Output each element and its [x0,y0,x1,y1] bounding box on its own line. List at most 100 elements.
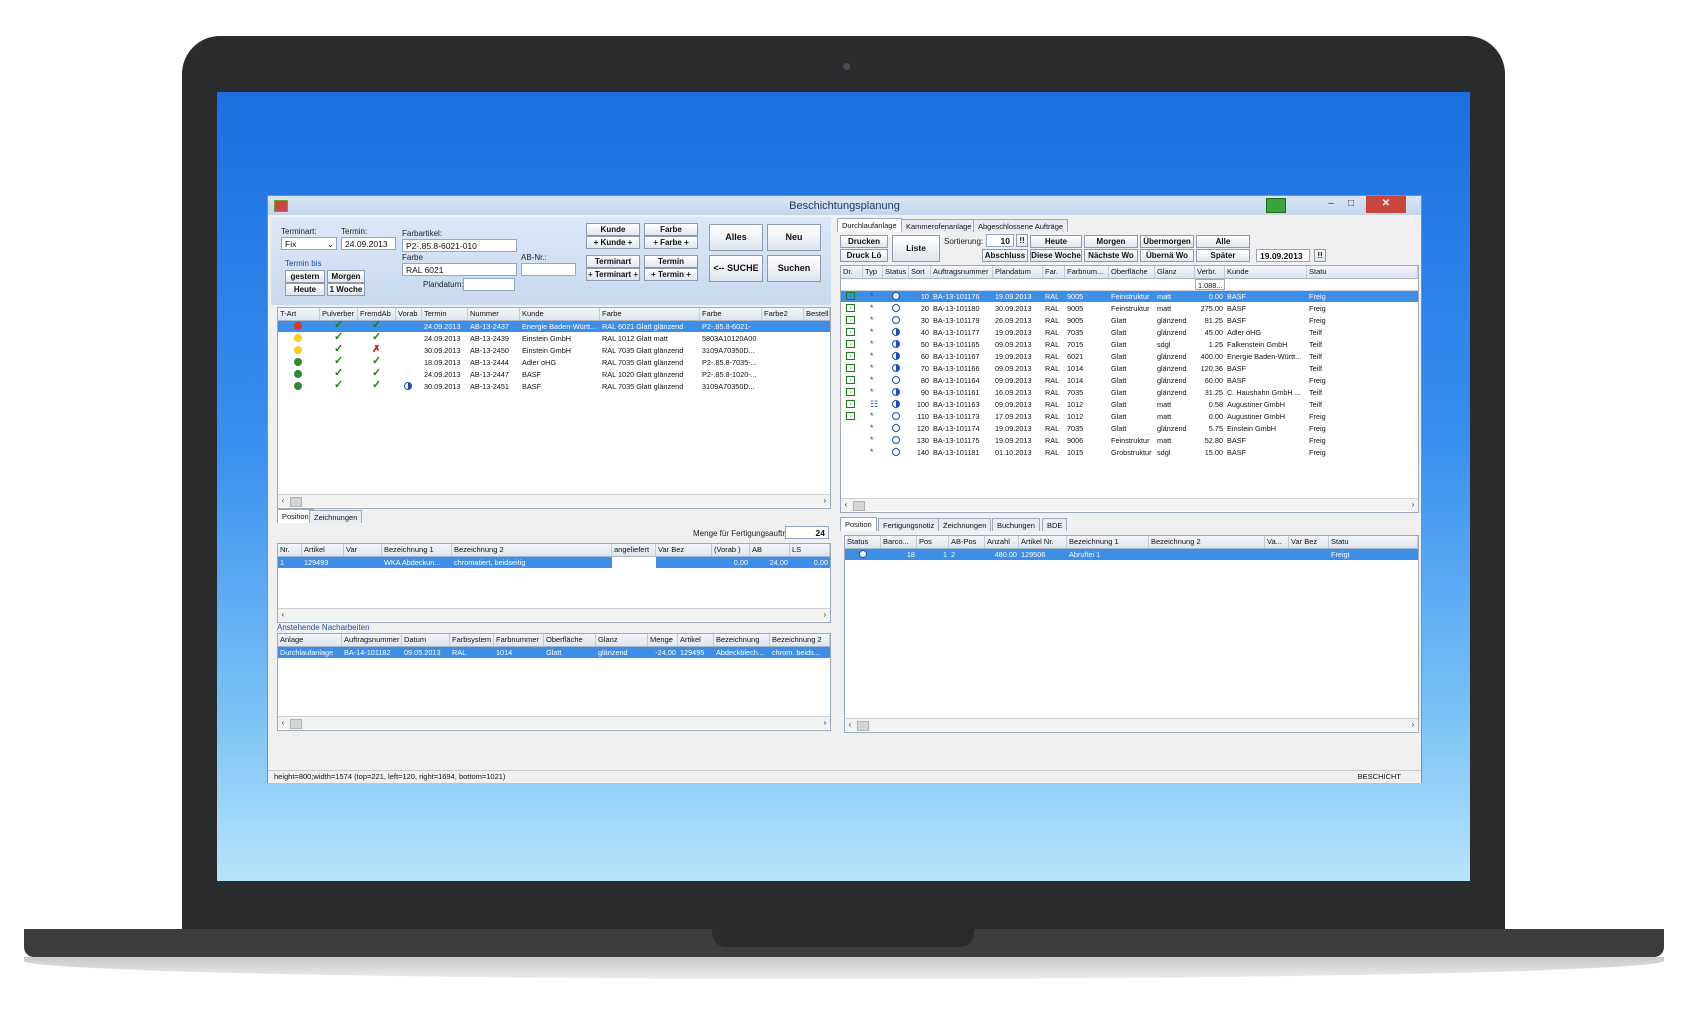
col-header[interactable]: Auftragsnummer [342,634,402,646]
date-apply-button[interactable]: !! [1314,249,1326,262]
col-header[interactable]: Pos [917,536,949,548]
tab-abgeschlossene[interactable]: Abgeschlossene Aufträge [973,219,1069,232]
scroll-left-icon[interactable]: ‹ [845,719,855,731]
col-header[interactable]: Vorab [396,308,422,320]
col-header[interactable]: Termin [422,308,468,320]
table-row[interactable]: Durchlaufanlage BA-14-101182 09.05.2013 … [278,647,830,658]
col-header[interactable]: AB-Pos [949,536,985,548]
col-header[interactable]: Auftragsnummer [931,266,993,278]
col-header[interactable]: Verbr. [1195,266,1225,278]
col-header[interactable]: Bestell N [804,308,830,320]
col-header[interactable]: Glanz [1155,266,1195,278]
col-header[interactable]: Farbsystem [450,634,494,646]
col-header[interactable]: Oberfläche [1109,266,1155,278]
table-row[interactable]: ✓ ✓ 24.09.2013 AB-13-2447 BASF RAL 1020 Glatt… [278,369,830,380]
verbr-filter-sum[interactable]: 1.088... [1195,279,1225,290]
close-icon[interactable]: ✕ [1366,196,1406,213]
table-row[interactable]: ↓ ☷ 100 BA-13-101163 09.09.2013 RAL 1012 Glatt m… [841,399,1418,410]
col-header[interactable]: LS [790,544,830,556]
sortierung-input[interactable]: 10 [986,234,1014,247]
kunde-plus-button[interactable]: + Kunde + [586,236,640,249]
table-row[interactable]: ↓ * 30 BA-13-101179 26.09.2013 RAL 9005 Glatt gl… [841,315,1418,326]
tab-kammerofenanlage[interactable]: Kammerofenanlage [901,219,977,232]
col-header[interactable]: Var [344,544,382,556]
scroll-right-icon[interactable]: › [820,717,830,729]
scroll-right-icon[interactable]: › [820,609,830,621]
uebermorgen-filter-button[interactable]: Übermorgen [1140,235,1194,248]
angeliefert-cell[interactable] [612,557,656,568]
farbartikel-input[interactable]: P2-.85.8-6021-010 [402,239,517,252]
col-header[interactable]: Plandatum [993,266,1043,278]
scroll-right-icon[interactable]: › [1408,719,1418,731]
scroll-right-icon[interactable]: › [1408,499,1418,511]
scroll-right-icon[interactable]: › [820,495,830,507]
terminart-button[interactable]: Terminart [586,255,640,268]
suche-back-button[interactable]: <-- SUCHE [709,255,763,282]
col-header[interactable]: Sort [909,266,931,278]
order-list-scrollbar[interactable]: ‹ › [841,498,1418,511]
suchen-button[interactable]: Suchen [767,255,821,282]
col-header[interactable]: Bezeichnung [714,634,770,646]
table-row[interactable]: ↓ * 50 BA-13-101165 09.09.2013 RAL 7015 Glatt sd… [841,339,1418,350]
neu-button[interactable]: Neu [767,224,821,251]
tab-durchlaufanlage[interactable]: Durchlaufanlage [837,218,902,232]
col-header[interactable]: Menge [648,634,678,646]
col-header[interactable]: Farbe2 [762,308,804,320]
sort-apply-button[interactable]: !! [1016,234,1028,247]
col-header[interactable]: Typ [863,266,883,278]
table-row[interactable]: ↓ * 60 BA-13-101167 19.09.2013 RAL 6021 Glatt gl… [841,351,1418,362]
nacharbeiten-scrollbar[interactable]: ‹ › [278,716,830,729]
table-row[interactable]: ↓ * 90 BA-13-101161 16.09.2013 RAL 7035 Glatt gl… [841,387,1418,398]
termin-button[interactable]: Termin [644,255,698,268]
col-header[interactable]: Bezeichnung 2 [452,544,612,556]
col-header[interactable]: Artikel [678,634,714,646]
date-filter-input[interactable]: 19.09.2013 [1256,249,1310,262]
col-header[interactable]: Kunde [1225,266,1307,278]
spaeter-button[interactable]: Später [1196,249,1250,262]
uebernaechste-woche-button[interactable]: Übernä Wo [1140,249,1194,262]
col-header[interactable]: Bezeichnung 2 [770,634,830,646]
col-header[interactable]: Pulverber [320,308,358,320]
tab-zeichnungen[interactable]: Zeichnungen [309,510,363,523]
farbe-button[interactable]: Farbe [644,223,698,236]
col-header[interactable]: Anzahl [985,536,1019,548]
table-row[interactable]: ↓ * 40 BA-13-101177 19.09.2013 RAL 7035 Glatt gl… [841,327,1418,338]
diese-woche-button[interactable]: Diese Woche [1030,249,1082,262]
scroll-thumb[interactable] [853,501,865,511]
liste-button[interactable]: Liste [892,235,940,262]
col-header[interactable]: (Vorab ) [712,544,750,556]
table-row[interactable]: ✓ ✓ 24.09.2013 AB-13-2437 Energie Baden-Würt… [278,321,830,332]
tab-position[interactable]: Position [840,517,877,531]
one-week-button[interactable]: 1 Woche [327,283,365,296]
col-header[interactable]: Datum [402,634,450,646]
col-header[interactable]: Nr. [278,544,302,556]
farbe-plus-button[interactable]: + Farbe + [644,236,698,249]
col-header[interactable]: Bezeichnung 1 [382,544,452,556]
col-header[interactable]: Far. [1043,266,1065,278]
col-header[interactable]: Var Bez [1289,536,1329,548]
table-row[interactable]: ✓ ✗ 30.09.2013 AB-13-2450 Einstein GmbH RAL 7… [278,345,830,356]
table-row[interactable]: ↓ * 110 BA-13-101173 17.09.2013 RAL 1012 Glatt m… [841,411,1418,422]
table-row[interactable]: ↓ * 20 BA-13-101180 30.09.2013 RAL 9005 Feinstr… [841,303,1418,314]
scroll-thumb[interactable] [290,497,302,507]
table-row[interactable]: * 120 BA-13-101174 19.09.2013 RAL 7035 Glatt gl… [841,423,1418,434]
table-row[interactable]: 18 1 2 480.00 129506 Abruftei 1 Freigt [845,549,1418,560]
termin-input[interactable]: 24.09.2013 [341,237,396,250]
terminart-select[interactable]: Fix ⌄ [281,237,337,250]
col-header[interactable]: Nummer [468,308,520,320]
position-grid-scrollbar[interactable]: ‹ › [278,608,830,621]
scroll-thumb[interactable] [290,719,302,729]
kunde-button[interactable]: Kunde [586,223,640,236]
tab-buchungen[interactable]: Buchungen [992,518,1040,531]
col-header[interactable]: Va... [1265,536,1289,548]
col-header[interactable]: AB [750,544,790,556]
col-header[interactable]: Anlage [278,634,342,646]
farbe-input[interactable]: RAL 6021 [402,263,517,276]
table-row[interactable]: ✓ ✓ 24.09.2013 AB-13-2439 Einstein GmbH RAL 1… [278,333,830,344]
maximize-icon[interactable]: □ [1341,196,1361,213]
col-header[interactable]: Farbe [700,308,762,320]
tab-fertigungsnotiz[interactable]: Fertigungsnotiz [878,518,940,531]
col-header[interactable]: Dr. [841,266,863,278]
abschluss-button[interactable]: Abschluss [982,249,1028,262]
plugin-icon[interactable] [1266,198,1286,213]
